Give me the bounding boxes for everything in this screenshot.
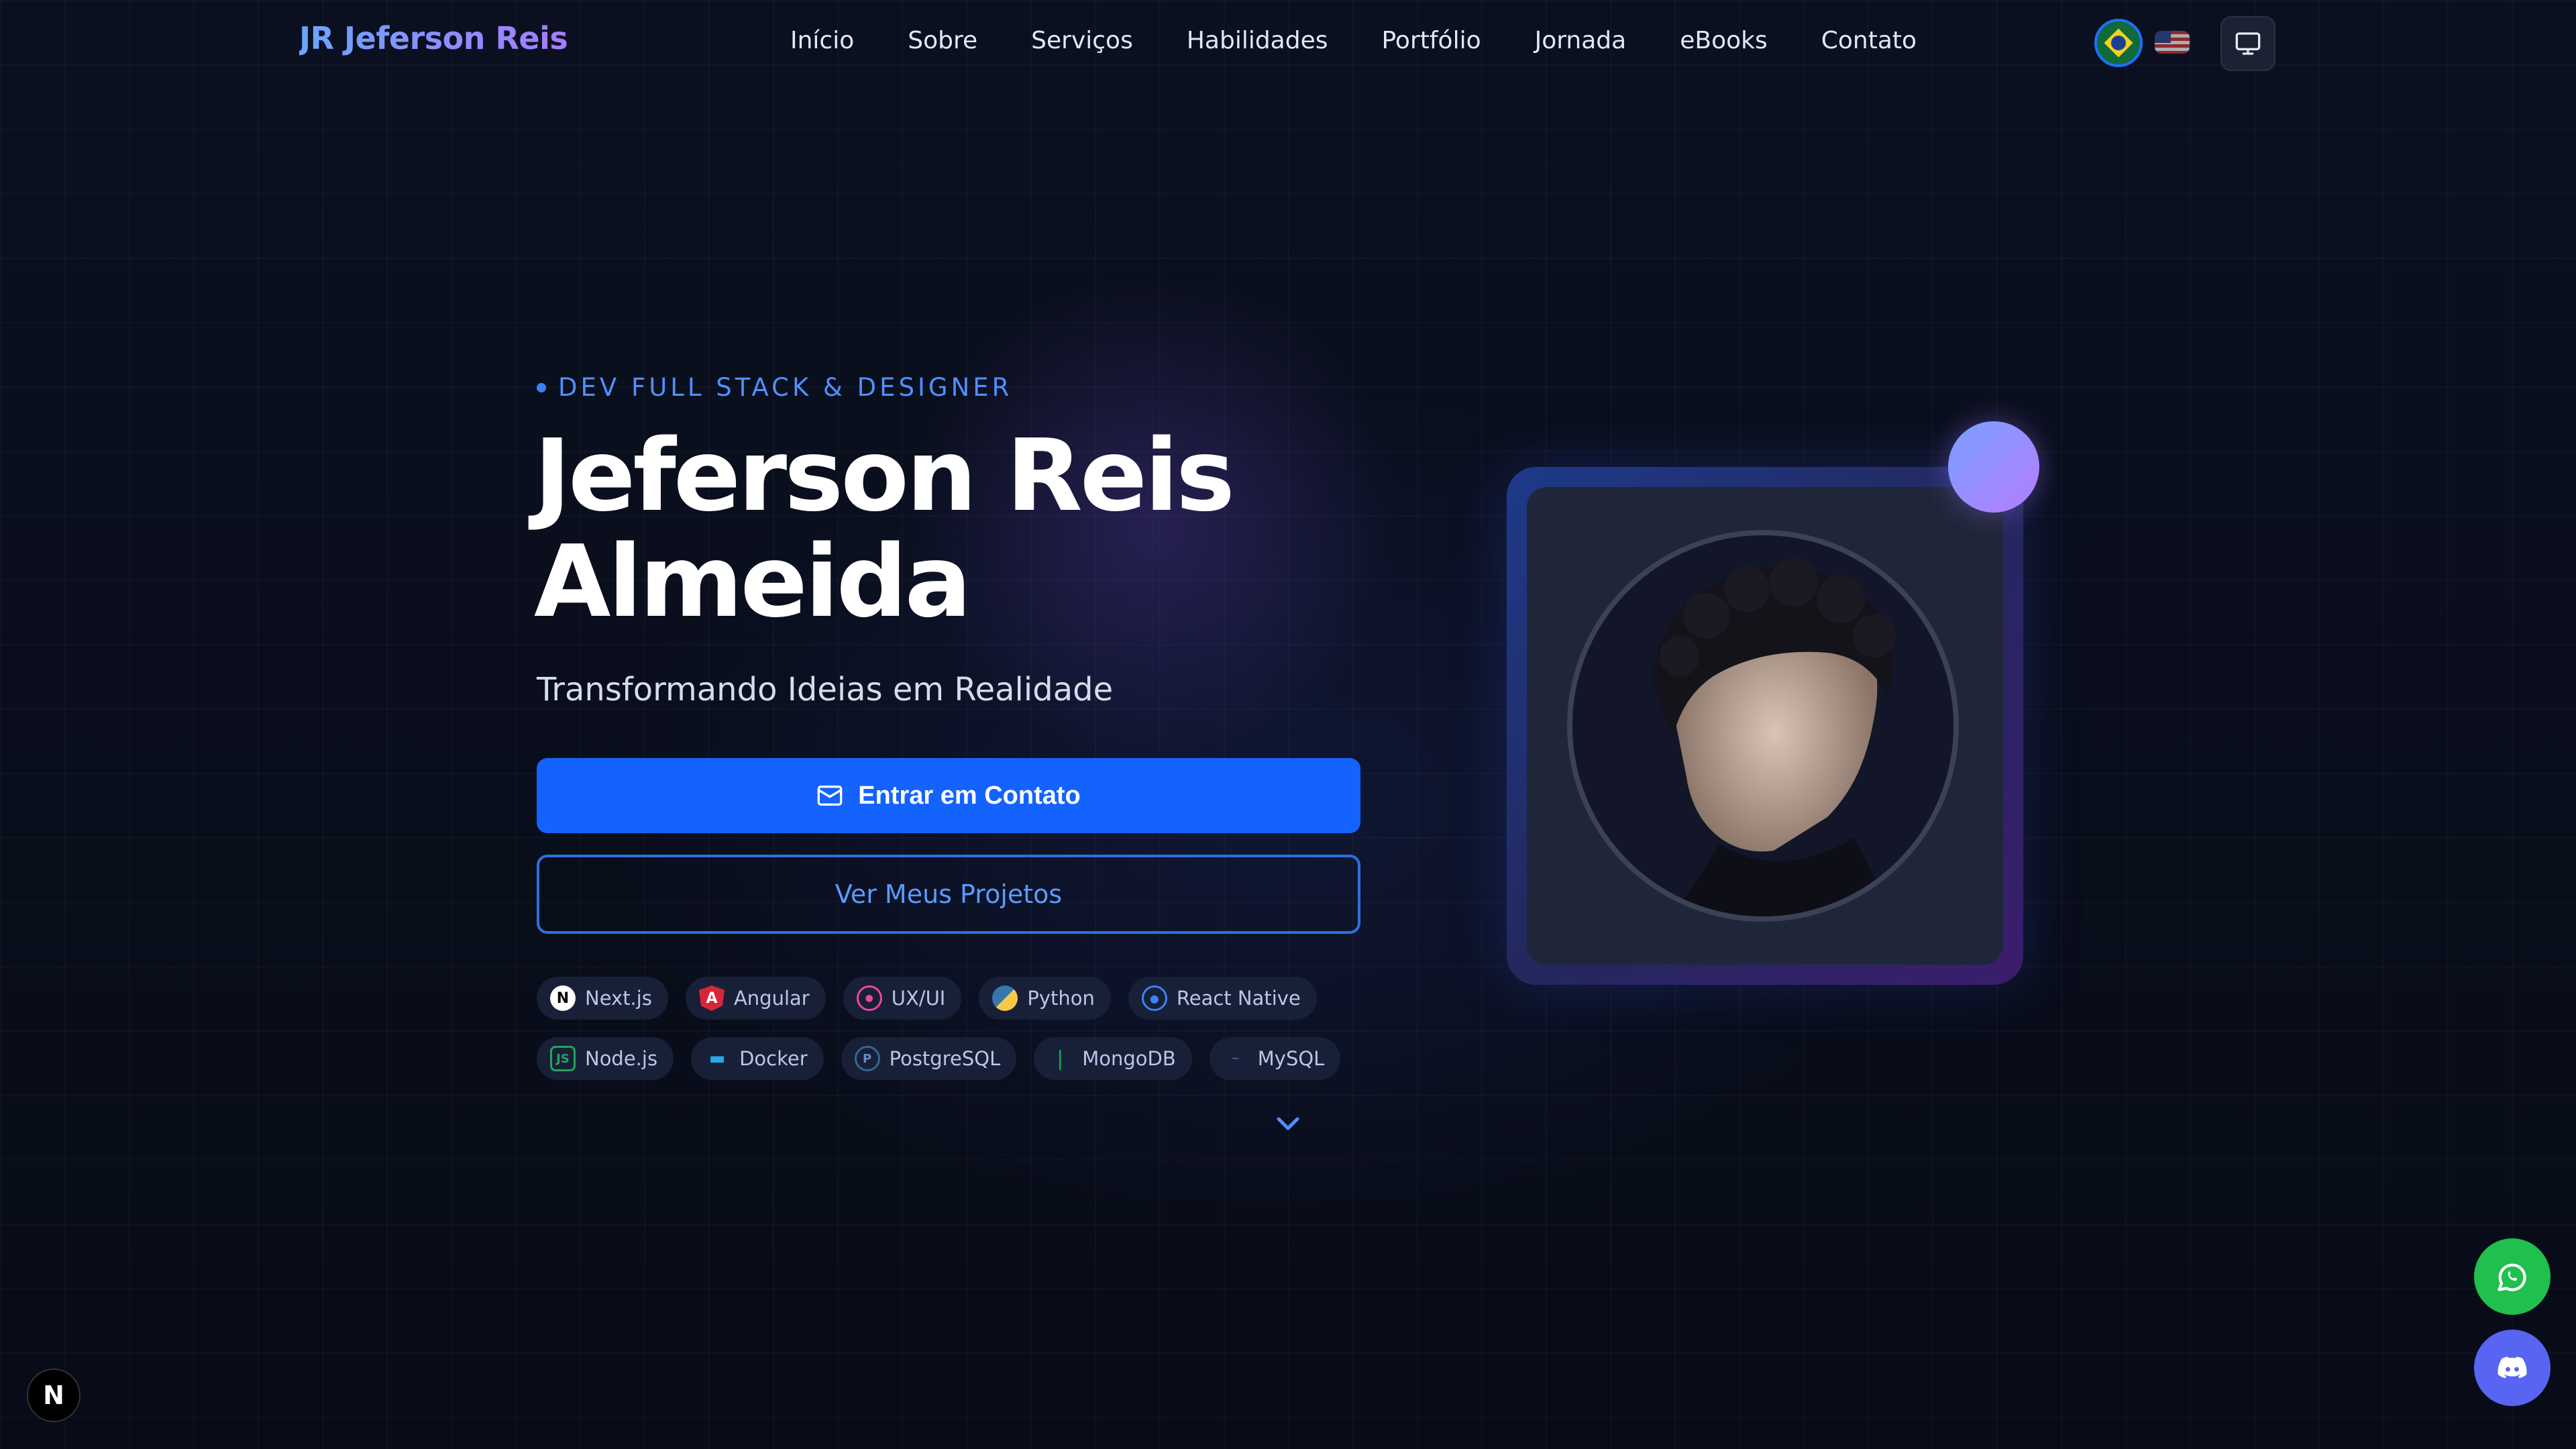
language-en-us-flag-icon[interactable] [2155, 31, 2190, 54]
skill-chip: ~ MySQL [1209, 1037, 1341, 1080]
hero-eyebrow: DEV FULL STACK & DESIGNER [537, 373, 1012, 402]
react-icon: ● [1141, 985, 1167, 1011]
whatsapp-button[interactable] [2474, 1238, 2551, 1315]
angular-icon: A [698, 985, 724, 1011]
nav-servicos[interactable]: Serviços [1031, 27, 1133, 54]
skill-label: Node.js [585, 1047, 658, 1070]
skill-label: Docker [739, 1047, 808, 1070]
skill-label: MongoDB [1082, 1047, 1176, 1070]
monitor-icon [2235, 32, 2261, 55]
mongodb-icon: ❘ [1051, 1046, 1069, 1071]
theme-toggle-button[interactable] [2220, 16, 2275, 71]
skill-chip: ▬ Docker [691, 1037, 824, 1080]
hero-subtitle: Transformando Ideias em Realidade [537, 671, 1114, 708]
discord-button[interactable] [2474, 1330, 2551, 1406]
background-grid [0, 0, 2576, 1449]
scroll-down-chevron-icon[interactable] [1272, 1107, 1304, 1139]
projects-button-label: Ver Meus Projetos [835, 879, 1063, 909]
skill-chip: ❘ MongoDB [1034, 1037, 1192, 1080]
site-header: JR Jeferson Reis Início Sobre Serviços H… [0, 0, 2576, 87]
nav-ebooks[interactable]: eBooks [1680, 27, 1768, 54]
profile-card-inner [1527, 487, 2003, 965]
python-icon [992, 985, 1018, 1011]
skill-chip: A Angular [685, 977, 826, 1020]
palette-icon: ● [856, 985, 882, 1011]
nav-contato[interactable]: Contato [1821, 27, 1917, 54]
whatsapp-icon [2498, 1263, 2526, 1291]
mysql-icon: ~ [1231, 1053, 1240, 1064]
skill-chip: JS Node.js [537, 1037, 674, 1080]
discord-icon [2498, 1356, 2527, 1379]
profile-avatar [1567, 530, 1959, 922]
profile-card [1507, 467, 2023, 985]
profile-photo-icon [1572, 535, 1953, 916]
contact-button-label: Entrar em Contato [858, 781, 1081, 810]
nav-jornada[interactable]: Jornada [1535, 27, 1627, 54]
site-logo[interactable]: JR Jeferson Reis [299, 20, 568, 56]
skill-chip: ● React Native [1128, 977, 1317, 1020]
main-nav: Início Sobre Serviços Habilidades Portfó… [790, 27, 1917, 54]
skill-label: MySQL [1257, 1047, 1325, 1070]
language-pt-br-flag-icon[interactable] [2094, 19, 2143, 67]
skill-label: Angular [733, 987, 810, 1010]
nav-portfolio[interactable]: Portfólio [1382, 27, 1481, 54]
skill-label: Next.js [585, 987, 652, 1010]
eyebrow-dot-icon [537, 382, 546, 392]
nav-sobre[interactable]: Sobre [908, 27, 977, 54]
postgresql-icon: P [854, 1046, 880, 1071]
skill-label: React Native [1176, 987, 1301, 1010]
hero-title-line2: Almeida [534, 524, 971, 639]
skill-chip: ● UX/UI [843, 977, 962, 1020]
nodejs-icon: JS [550, 1046, 576, 1071]
eyebrow-text: DEV FULL STACK & DESIGNER [558, 373, 1013, 402]
skill-chip: N Next.js [537, 977, 668, 1020]
nextjs-icon: N [550, 985, 576, 1011]
skill-label: PostgreSQL [889, 1047, 1001, 1070]
nav-habilidades[interactable]: Habilidades [1187, 27, 1328, 54]
docker-icon: ▬ [708, 1049, 726, 1069]
contact-button[interactable]: Entrar em Contato [537, 758, 1360, 833]
skill-label: Python [1027, 987, 1095, 1010]
hero-title-line1: Jeferson Reis [534, 418, 1235, 533]
skill-chip: Python [979, 977, 1111, 1020]
projects-button[interactable]: Ver Meus Projetos [537, 855, 1360, 934]
nav-inicio[interactable]: Início [790, 27, 854, 54]
mail-icon [817, 786, 843, 806]
skills-list: N Next.js A Angular ● UX/UI Python ● Rea… [537, 977, 1368, 1097]
decorative-orb [1948, 421, 2039, 513]
nextjs-dev-badge[interactable]: N [27, 1368, 80, 1422]
skill-chip: P PostgreSQL [841, 1037, 1017, 1080]
hero-title: Jeferson Reis Almeida [534, 423, 1339, 635]
skill-label: UX/UI [891, 987, 946, 1010]
